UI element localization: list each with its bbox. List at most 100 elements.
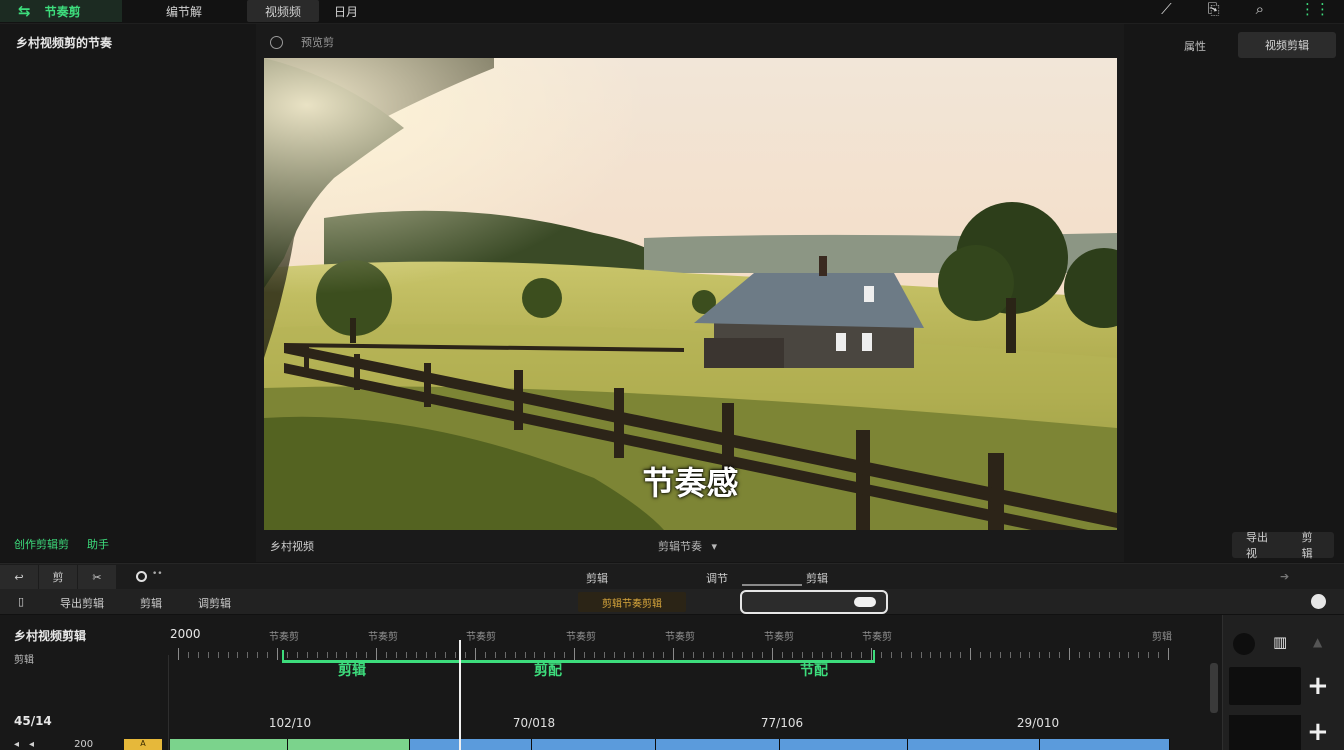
scissors-button[interactable]: ✂ — [78, 565, 116, 589]
ruler-tick-label: 节奏剪 — [764, 632, 794, 643]
video-clip[interactable] — [1040, 739, 1170, 750]
clock-icon[interactable] — [270, 35, 283, 49]
ruler-tick — [653, 652, 655, 658]
ruler-tick-label: 节奏剪 — [466, 632, 496, 643]
ruler-tick — [267, 652, 269, 658]
marker-label[interactable]: 节配 — [800, 660, 828, 680]
brand-tab[interactable]: ⇆ 节奏剪 — [0, 0, 122, 22]
tool-group: ↩ 剪 ✂ — [0, 564, 117, 590]
record-icon[interactable] — [136, 571, 147, 582]
video-clip[interactable] — [656, 739, 780, 750]
assistant-link[interactable]: 助手 — [87, 536, 109, 552]
nav-tab-date[interactable]: 日月 — [334, 0, 358, 22]
ruler-tick — [1029, 652, 1031, 658]
ruler-tick — [623, 652, 625, 658]
ruler-tick — [762, 652, 764, 658]
ruler-tick — [494, 652, 496, 658]
tool-label-b[interactable]: 调节 — [706, 570, 728, 586]
tool-label-c[interactable]: 剪辑 — [806, 570, 828, 586]
ruler-tick — [1078, 652, 1080, 658]
range-start-handle[interactable] — [282, 650, 284, 662]
ruler-tick — [1059, 652, 1061, 658]
video-frame[interactable]: 节奏感 — [264, 58, 1117, 530]
marker-label[interactable]: 剪辑 — [338, 660, 366, 680]
undo-button[interactable]: ↩ — [0, 565, 38, 589]
track-number: 200 — [74, 739, 94, 750]
edit-button-2[interactable]: 剪辑 — [140, 595, 162, 611]
ruler-tick-label: 节奏剪 — [269, 632, 299, 643]
ruler-tick — [475, 648, 476, 660]
video-clip[interactable] — [170, 739, 288, 750]
lock-icon[interactable]: ◂ — [29, 739, 34, 750]
edit-button[interactable]: 剪辑 — [1302, 529, 1320, 561]
preview-panel: 预览剪 节奏感 乡村视频 剪辑节奏 ▾ — [256, 24, 1124, 562]
rhythm-toggle[interactable] — [740, 590, 888, 614]
playhead[interactable] — [459, 640, 461, 750]
cut-mode-button[interactable]: 剪 — [39, 565, 77, 589]
left-panel-footer: 创作剪辑剪 助手 — [14, 536, 109, 552]
left-panel-title: 乡村视频剪的节奏 — [16, 36, 113, 50]
ruler-tick — [524, 652, 526, 658]
left-panel: 乡村视频剪的节奏 创作剪辑剪 助手 — [0, 24, 256, 562]
video-clip[interactable] — [780, 739, 908, 750]
ruler-tick — [1158, 652, 1160, 658]
ruler-tick — [415, 652, 417, 658]
record-button[interactable] — [1233, 633, 1255, 655]
ruler-tick — [187, 652, 189, 658]
thumbnail-slot[interactable] — [1229, 667, 1301, 705]
marker-label[interactable]: 剪配 — [534, 660, 562, 680]
timeline-scrollbar[interactable] — [1210, 663, 1218, 713]
comment-icon[interactable]: ⌕ — [1256, 0, 1264, 18]
add-icon[interactable]: + — [1307, 673, 1329, 699]
preview-footer-center[interactable]: 剪辑节奏 ▾ — [658, 538, 717, 554]
timeline-title: 乡村视频剪辑 — [14, 629, 87, 643]
nav-tab-edit[interactable]: 编节解 — [166, 0, 202, 22]
more-dots-icon[interactable]: •• — [152, 569, 163, 579]
timeline-toolbar: ▯ 导出剪辑 剪辑 调剪辑 剪辑节奏剪辑 — [0, 589, 1344, 615]
ruler-tick — [593, 652, 595, 658]
ruler-tick — [336, 652, 338, 658]
play-icon[interactable] — [1311, 594, 1326, 609]
arrow-right-icon[interactable]: ➔ — [1280, 570, 1289, 583]
rhythm-tag[interactable]: 剪辑节奏剪辑 — [578, 592, 686, 612]
toolbar-scroll-indicator[interactable] — [742, 584, 802, 586]
range-end-handle[interactable] — [873, 650, 875, 662]
ruler-tick — [583, 652, 585, 658]
create-link[interactable]: 创作剪辑剪 — [14, 536, 69, 552]
video-clip[interactable] — [532, 739, 656, 750]
ruler-tick — [989, 652, 991, 658]
menu-icon[interactable]: ⋮⋮ — [1300, 0, 1330, 18]
magic-wand-icon[interactable]: ⟋ — [1161, 0, 1172, 18]
video-clip[interactable] — [410, 739, 532, 750]
ruler-tick — [682, 652, 684, 658]
export-button[interactable]: 导出视 — [1246, 529, 1274, 561]
collapse-icon[interactable]: ▲ — [1313, 635, 1322, 649]
ruler-tick-label: 剪辑 — [1152, 632, 1172, 643]
ruler-tick — [663, 652, 665, 658]
track-color-tag[interactable]: A — [124, 739, 162, 750]
video-track[interactable] — [170, 739, 1170, 750]
video-subtitle[interactable]: 节奏感 — [264, 458, 1117, 504]
video-clip[interactable] — [908, 739, 1040, 750]
mute-icon[interactable]: ◂ — [14, 739, 19, 750]
thumbnail-slot-2[interactable] — [1229, 715, 1301, 750]
tool-label-a[interactable]: 剪辑 — [586, 570, 608, 586]
time-ruler[interactable] — [178, 648, 1169, 660]
ruler-tick — [643, 652, 645, 658]
nav-tab-video[interactable]: 视频频 — [247, 0, 319, 22]
ruler-tick — [722, 652, 724, 658]
add-icon[interactable]: + — [1307, 719, 1329, 745]
selection-range[interactable] — [282, 650, 875, 663]
export-edit-button[interactable]: 导出剪辑 — [60, 595, 104, 611]
ruler-tick — [217, 652, 219, 658]
adjust-edit-button[interactable]: 调剪辑 — [198, 595, 231, 611]
video-clip[interactable] — [288, 739, 410, 750]
ruler-tick — [831, 652, 833, 658]
library-icon[interactable]: ▥ — [1273, 633, 1287, 651]
video-edit-button[interactable]: 视频剪辑 — [1238, 32, 1336, 58]
ruler-tick — [811, 652, 813, 658]
export-icon[interactable]: ⎘ — [1208, 0, 1220, 18]
ruler-tick — [564, 652, 566, 658]
page-icon[interactable]: ▯ — [18, 595, 24, 608]
timeline-start-time: 2000 — [170, 627, 201, 641]
